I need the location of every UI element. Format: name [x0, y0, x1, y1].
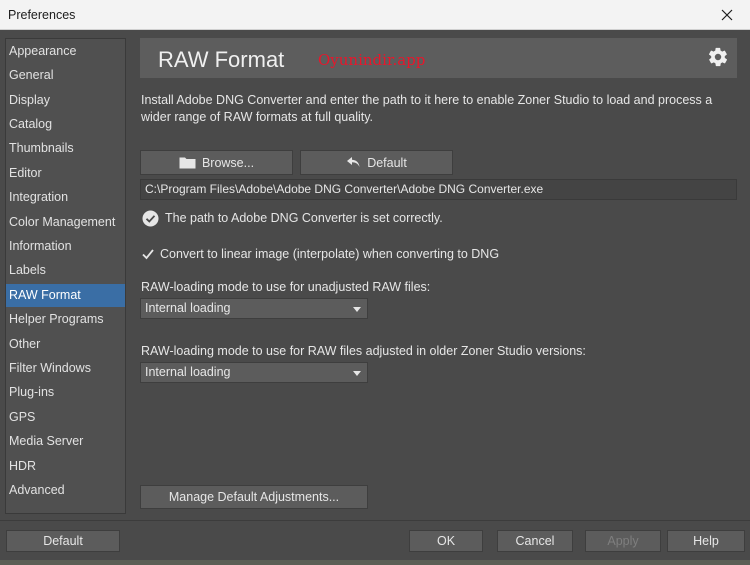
linear-image-checkbox[interactable]: Convert to linear image (interpolate) wh…: [142, 246, 499, 262]
unadjusted-mode-select[interactable]: Internal loading: [140, 298, 368, 319]
manage-default-adjustments-button[interactable]: Manage Default Adjustments...: [140, 485, 368, 509]
window-title: Preferences: [8, 8, 76, 22]
watermark-text: Oyunindir.app: [318, 51, 426, 69]
checkbox-checked-icon[interactable]: [142, 248, 154, 260]
section-title: RAW Format: [158, 47, 285, 72]
close-button[interactable]: [704, 0, 750, 30]
sidebar-item-filter-windows[interactable]: Filter Windows: [6, 357, 125, 380]
gear-icon[interactable]: [707, 46, 729, 68]
unadjusted-mode-value: Internal loading: [145, 301, 231, 315]
title-bar: Preferences: [0, 0, 750, 30]
path-status-text: The path to Adobe DNG Converter is set c…: [165, 211, 443, 225]
folder-icon: [179, 157, 196, 169]
default-path-button[interactable]: Default: [300, 150, 453, 175]
sidebar-item-hdr[interactable]: HDR: [6, 455, 125, 478]
sidebar-item-helper-programs[interactable]: Helper Programs: [6, 308, 125, 331]
sidebar-item-information[interactable]: Information: [6, 235, 125, 258]
sidebar-item-plug-ins[interactable]: Plug-ins: [6, 381, 125, 404]
section-header: RAW Format Oyunindir.app: [140, 38, 737, 78]
section-description: Install Adobe DNG Converter and enter th…: [141, 93, 713, 124]
sidebar-item-other[interactable]: Other: [6, 333, 125, 356]
cancel-button-label: Cancel: [515, 534, 555, 548]
sidebar-item-editor[interactable]: Editor: [6, 162, 125, 185]
path-status: The path to Adobe DNG Converter is set c…: [142, 209, 443, 227]
footer-divider: [0, 520, 750, 521]
preferences-window: Preferences Appearance General Display C…: [0, 0, 750, 560]
manage-default-adjustments-label: Manage Default Adjustments...: [168, 490, 340, 504]
default-button[interactable]: Default: [6, 530, 120, 552]
sidebar-item-advanced[interactable]: Advanced: [6, 479, 125, 502]
converter-path-input[interactable]: C:\Program Files\Adobe\Adobe DNG Convert…: [140, 179, 737, 200]
unadjusted-mode-label: RAW-loading mode to use for unadjusted R…: [141, 280, 431, 294]
sidebar-item-labels[interactable]: Labels: [6, 259, 125, 282]
undo-arrow-icon: [347, 157, 360, 167]
sidebar-item-color-management[interactable]: Color Management: [6, 211, 125, 234]
checkmark-circle-icon: [142, 210, 159, 226]
ok-button[interactable]: OK: [409, 530, 483, 552]
sidebar-item-catalog[interactable]: Catalog: [6, 113, 125, 136]
settings-panel: RAW Format Oyunindir.app Install Adobe D…: [134, 38, 745, 514]
close-icon: [721, 9, 733, 21]
sidebar-item-appearance[interactable]: Appearance: [6, 40, 125, 63]
default-button-label: Default: [43, 534, 83, 548]
sidebar-item-raw-format[interactable]: RAW Format: [6, 284, 125, 307]
dropdown-arrow-icon: [353, 371, 361, 376]
default-path-label: Default: [367, 155, 407, 170]
sidebar-item-gps[interactable]: GPS: [6, 406, 125, 429]
adjusted-mode-label: RAW-loading mode to use for RAW files ad…: [141, 344, 586, 358]
browse-button[interactable]: Browse...: [140, 150, 293, 175]
apply-button[interactable]: Apply: [585, 530, 661, 552]
adjusted-mode-select[interactable]: Internal loading: [140, 362, 368, 383]
cancel-button[interactable]: Cancel: [497, 530, 573, 552]
sidebar-item-thumbnails[interactable]: Thumbnails: [6, 137, 125, 160]
sidebar-item-display[interactable]: Display: [6, 89, 125, 112]
dropdown-arrow-icon: [353, 307, 361, 312]
browse-label: Browse...: [201, 155, 255, 170]
apply-button-label: Apply: [607, 534, 639, 548]
sidebar-item-integration[interactable]: Integration: [6, 186, 125, 209]
category-list: Appearance General Display Catalog Thumb…: [5, 38, 126, 514]
linear-image-label: Convert to linear image (interpolate) wh…: [160, 247, 500, 261]
sidebar-item-general[interactable]: General: [6, 64, 125, 87]
adjusted-mode-value: Internal loading: [145, 365, 231, 379]
ok-button-label: OK: [436, 534, 456, 548]
help-button[interactable]: Help: [667, 530, 745, 552]
help-button-label: Help: [693, 534, 719, 548]
sidebar-item-media-server[interactable]: Media Server: [6, 430, 125, 453]
